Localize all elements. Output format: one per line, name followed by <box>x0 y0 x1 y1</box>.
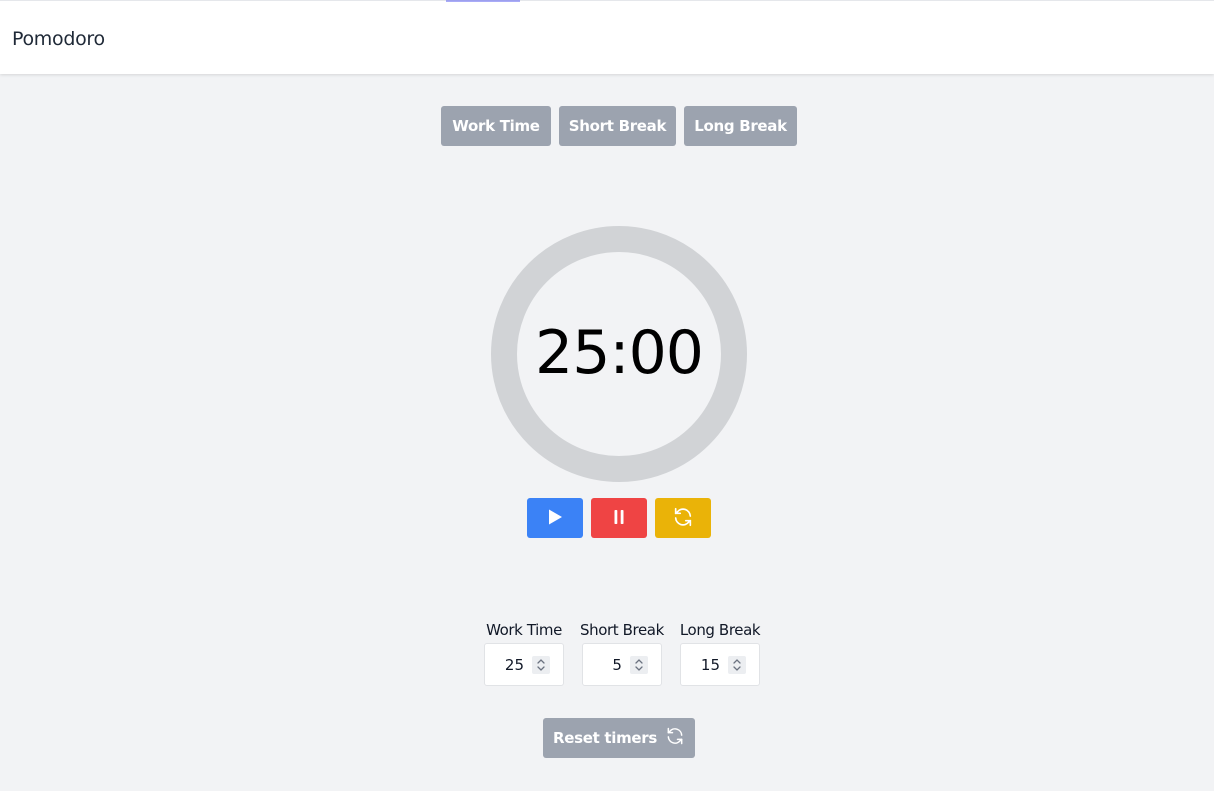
tab-work-time[interactable]: Work Time <box>441 106 551 146</box>
timer-controls <box>527 498 711 538</box>
work-time-label: Work Time <box>486 621 562 639</box>
long-break-label: Long Break <box>679 621 761 639</box>
timer-settings: Work Time 25 Short Break 5 Long Break 15 <box>484 621 761 686</box>
play-button[interactable] <box>527 498 583 538</box>
long-break-stepper[interactable] <box>728 655 747 674</box>
setting-short-break: Short Break 5 <box>580 621 664 686</box>
app-header: Pomodoro <box>0 0 1214 74</box>
app-title: Pomodoro <box>12 28 105 50</box>
short-break-stepper[interactable] <box>629 655 648 674</box>
play-icon <box>546 508 564 529</box>
setting-work-time: Work Time 25 <box>484 621 564 686</box>
timer-display: 25:00 <box>535 318 704 388</box>
work-time-stepper[interactable] <box>532 655 550 674</box>
long-break-value: 15 <box>700 655 721 674</box>
reset-button[interactable] <box>655 498 711 538</box>
refresh-icon <box>665 726 685 750</box>
mode-tabs: Work Time Short Break Long Break <box>441 106 797 146</box>
work-time-value: 25 <box>504 655 524 674</box>
pause-icon <box>612 509 626 528</box>
pause-button[interactable] <box>591 498 647 538</box>
short-break-input[interactable]: 5 <box>581 643 662 686</box>
setting-long-break: Long Break 15 <box>679 621 761 686</box>
short-break-label: Short Break <box>580 621 664 639</box>
reset-timers-button[interactable]: Reset timers <box>543 718 695 758</box>
long-break-input[interactable]: 15 <box>680 643 761 686</box>
header-accent <box>446 0 520 2</box>
short-break-value: 5 <box>612 655 622 674</box>
work-time-input[interactable]: 25 <box>484 643 564 686</box>
tab-short-break[interactable]: Short Break <box>559 106 676 146</box>
reset-timers-label: Reset timers <box>552 729 658 747</box>
tab-long-break[interactable]: Long Break <box>684 106 797 146</box>
refresh-icon <box>672 506 694 531</box>
